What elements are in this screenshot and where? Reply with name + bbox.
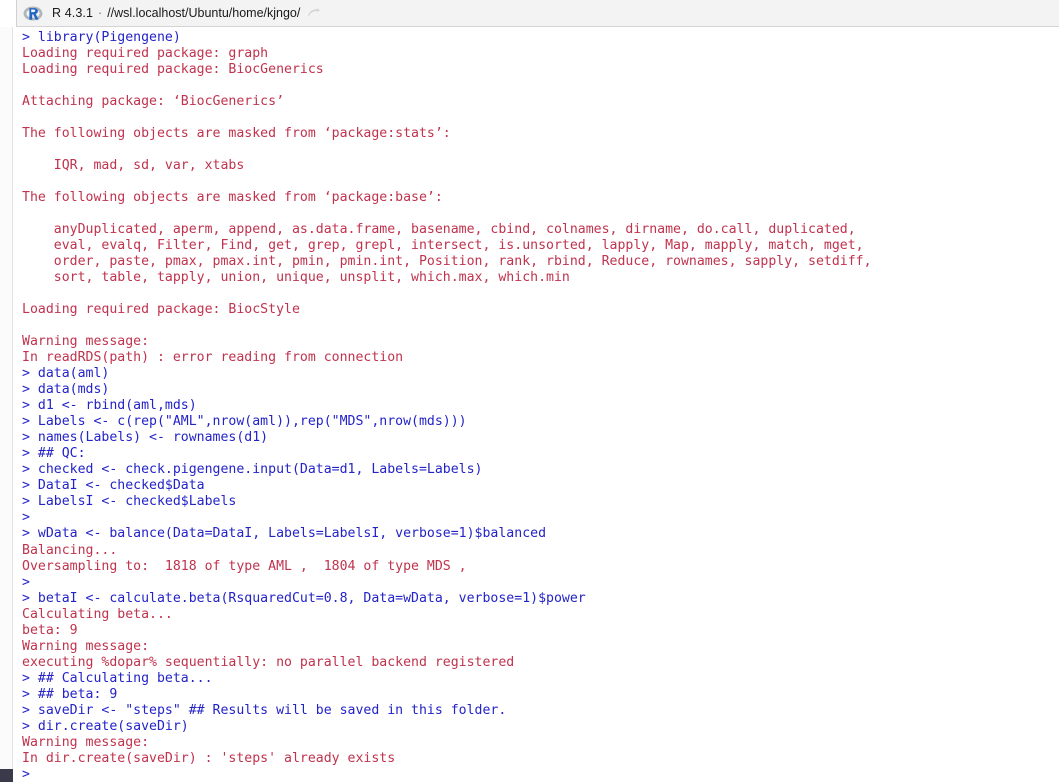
console-output-line: executing %dopar% sequentially: no paral… [22,654,515,670]
console-output-line: Oversampling to: 1818 of type AML , 1804… [22,558,467,574]
console-command-line: > library(Pigengene) [22,30,181,45]
console-command-line: > saveDir <- "steps" ## Results will be … [22,702,507,718]
window-titlebar: R 4.3.1 · //wsl.localhost/Ubuntu/home/kj… [0,0,1059,27]
r-console-window: R 4.3.1 · //wsl.localhost/Ubuntu/home/kj… [0,0,1059,782]
titlebar-separator: · [98,6,103,20]
r-logo-icon [23,5,43,22]
console-command-line: > wData <- balance(Data=DataI, Labels=La… [22,526,547,542]
console-output[interactable]: > library(Pigengene) Loading required pac… [14,27,1059,782]
console-gutter [0,27,13,782]
console-output-line: order, paste, pmax, pmax.int, pmin, pmin… [22,254,872,270]
console-command-line: > betaI <- calculate.beta(RsquaredCut=0.… [22,590,586,606]
console-output-line: Calculating beta... [22,606,173,622]
console-command-line: > ## QC: [22,446,86,462]
console-output-line: In dir.create(saveDir) : 'steps' already… [22,750,396,766]
console-command-line: > d1 <- rbind(aml,mds) [22,398,197,414]
console-output-line: Loading required package: graph [22,46,269,62]
working-directory-path[interactable]: //wsl.localhost/Ubuntu/home/kjngo/ [107,6,300,20]
console-output-line: Warning message: [22,638,150,654]
console-output-line: Loading required package: BiocGenerics [22,62,324,78]
console-output-line: Warning message: [22,334,150,350]
console-command-line: > ## Calculating beta... [22,670,213,686]
console-command-line: > ## beta: 9 [22,686,118,702]
console-output-line: Loading required package: BiocStyle [22,302,300,318]
console-command-line: > [22,766,38,782]
console-command-line: > dir.create(saveDir) [22,718,189,734]
arrow-pointer-icon [307,7,321,19]
console-output-line: Warning message: [22,734,150,750]
console-command-line: > [22,510,38,526]
console-output-line: In readRDS(path) : error reading from co… [22,350,404,366]
console-output-line: The following objects are masked from ‘p… [22,190,443,206]
console-command-line: > checked <- check.pigengene.input(Data=… [22,462,483,478]
app-version-label: R 4.3.1 [52,6,94,20]
console-output-line: eval, evalq, Filter, Find, get, grep, gr… [22,238,864,254]
console-command-line: > data(mds) [22,382,110,398]
console-output-line: The following objects are masked from ‘p… [22,126,451,142]
console-command-line: > LabelsI <- checked$Labels [22,494,237,510]
console-output-line: beta: 9 [22,622,78,638]
console-caret [0,769,13,782]
tab-stub[interactable] [0,0,17,27]
console-command-line: > DataI <- checked$Data [22,478,205,494]
console-output-line: anyDuplicated, aperm, append, as.data.fr… [22,222,856,238]
console-output-line: sort, table, tapply, union, unique, unsp… [22,270,570,286]
console-command-line: > [22,574,38,590]
console-command-line: > data(aml) [22,366,110,382]
console-command-line: > Labels <- c(rep("AML",nrow(aml)),rep("… [22,414,467,430]
console-command-line: > names(Labels) <- rownames(d1) [22,430,269,446]
console-output-line: Attaching package: ‘BiocGenerics’ [22,94,285,110]
console-pane[interactable]: > library(Pigengene) Loading required pac… [0,27,1059,782]
console-output-line: IQR, mad, sd, var, xtabs [22,158,245,174]
console-output-line: Balancing... [22,542,118,558]
